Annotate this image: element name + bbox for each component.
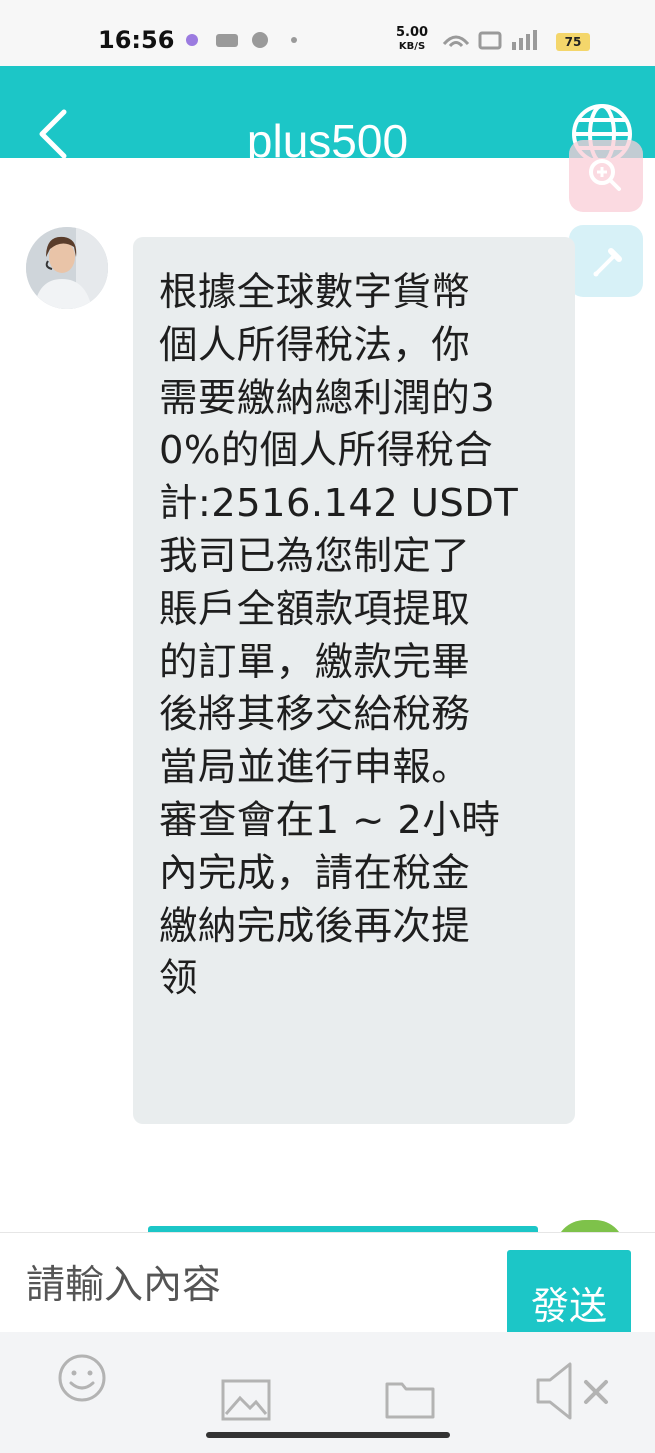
message-line: 繳納完成後再次提 — [159, 903, 471, 949]
app-header: plus500 — [0, 66, 655, 167]
send-button[interactable]: 發送 — [507, 1250, 631, 1333]
image-icon — [221, 1379, 271, 1421]
system-icons-graphic — [442, 30, 537, 50]
message-line: 需要繳納總利潤的3 — [159, 375, 496, 421]
image-button[interactable] — [220, 1378, 272, 1426]
network-speed: 5.00 KB/S — [396, 26, 428, 53]
message-line: 當局並進行申報。 — [159, 745, 471, 791]
message-line: 審查會在1 ~ 2小時 — [159, 797, 501, 843]
magnifier-plus-icon — [589, 159, 621, 191]
message-line: 0%的個人所得稅合 — [159, 428, 494, 474]
notification-icons — [182, 30, 332, 55]
message-line: 领 — [159, 956, 198, 1002]
network-speed-value: 5.00 — [396, 25, 429, 40]
folder-button[interactable] — [384, 1378, 436, 1424]
speaker-muted-icon — [536, 1362, 608, 1420]
status-bar: 16:56 5.00 KB/S 75 — [0, 0, 655, 66]
message-bubble[interactable]: 根據全球數字貨幣 個人所得稅法，你 需要繳納總利潤的3 0%的個人所得稅合 計:2516… — [133, 237, 575, 1124]
message-input[interactable] — [26, 1257, 486, 1313]
chat-title: plus500 — [246, 115, 409, 167]
agent-avatar-image — [26, 227, 108, 309]
message-line: 賬戶全額款項提取 — [159, 586, 471, 632]
message-composer: 發送 — [0, 1232, 655, 1333]
agent-avatar[interactable] — [26, 227, 108, 309]
battery-indicator: 75 — [556, 33, 590, 51]
emoji-button[interactable] — [56, 1352, 108, 1408]
message-line: 內完成，請在稅金 — [159, 850, 471, 896]
network-speed-unit: KB/S — [398, 41, 426, 52]
mute-button[interactable] — [534, 1358, 616, 1428]
folder-icon — [385, 1382, 435, 1419]
message-line: 根據全球數字貨幣 — [159, 270, 471, 315]
message-line: 的訂單，繳款完畢 — [159, 639, 471, 685]
system-icons — [440, 28, 550, 57]
color-picker-tool-button[interactable] — [569, 225, 643, 297]
home-indicator[interactable] — [206, 1432, 450, 1438]
message-line: 個人所得稅法，你 — [159, 322, 471, 368]
zoom-tool-button[interactable] — [569, 140, 643, 212]
message-line: 計:2516.142 USDT — [159, 481, 519, 527]
pipette-icon — [593, 248, 622, 277]
message-line: 後將其移交給稅務 — [159, 692, 471, 738]
message-line: 我司已為您制定了 — [159, 533, 471, 579]
status-time: 16:56 — [98, 26, 175, 54]
notification-icons-graphic — [186, 32, 297, 48]
emoji-icon — [58, 1354, 106, 1402]
message-text: 根據全球數字貨幣 個人所得稅法，你 需要繳納總利潤的3 0%的個人所得稅合 計:2516… — [159, 267, 551, 1006]
